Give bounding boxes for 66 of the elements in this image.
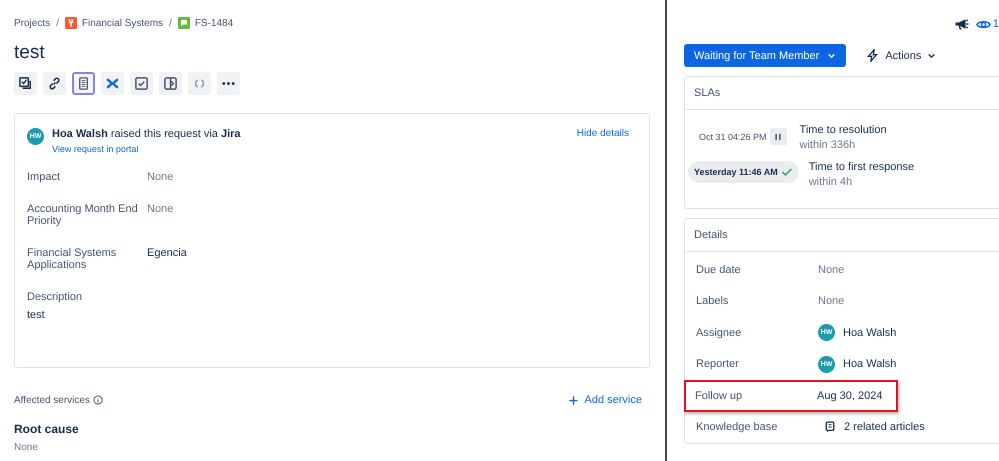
breadcrumb-separator: / bbox=[169, 18, 172, 28]
project-icon bbox=[64, 17, 77, 29]
chevron-down-icon bbox=[827, 51, 836, 60]
add-service-link[interactable]: Add service bbox=[568, 394, 642, 406]
related-articles-link[interactable]: 2 related articles bbox=[824, 421, 999, 434]
field-label: Due date bbox=[696, 264, 742, 276]
info-icon bbox=[92, 395, 103, 405]
sla-goal: within 4h bbox=[808, 176, 854, 188]
watcher-count: 1 bbox=[992, 18, 999, 30]
pause-glyph-icon bbox=[773, 132, 784, 142]
sla-name: Time to resolution bbox=[800, 124, 887, 136]
sla-time: Oct 31 04:26 PM bbox=[699, 132, 767, 142]
panel-heading: SLAs bbox=[685, 77, 999, 110]
field-value: Aug 30, 2024 bbox=[817, 390, 884, 402]
field-value: Egencia bbox=[147, 247, 188, 261]
user-name: Hoa Walsh bbox=[843, 358, 896, 370]
field-label: Accounting Month End Priority bbox=[27, 203, 139, 227]
breadcrumb-link[interactable]: Financial Systems bbox=[82, 18, 164, 28]
field-value: None bbox=[147, 171, 174, 183]
section-heading: Root cause bbox=[14, 422, 80, 436]
field-value: None bbox=[818, 264, 846, 276]
field-value: None bbox=[147, 203, 174, 217]
field-label: Labels bbox=[696, 295, 730, 308]
status-dropdown[interactable]: Waiting for Team Member bbox=[684, 44, 846, 67]
subtask-icon bbox=[18, 76, 33, 91]
breadcrumb-separator: / bbox=[56, 18, 59, 28]
section-label: Affected services bbox=[14, 394, 90, 406]
toolbar-button[interactable] bbox=[217, 72, 240, 95]
sla-goal: within 336h bbox=[800, 139, 856, 151]
chevron-down-icon bbox=[927, 51, 936, 60]
toolbar-button[interactable] bbox=[159, 72, 182, 95]
form-icon bbox=[76, 76, 91, 91]
field-label: Follow up bbox=[695, 390, 744, 402]
sla-time: Yesterday 11:46 AM bbox=[694, 167, 778, 177]
user-name: Hoa Walsh bbox=[843, 326, 896, 339]
field-value: None bbox=[818, 295, 846, 308]
issue-title: test bbox=[14, 42, 46, 64]
panel-heading: Details bbox=[685, 219, 999, 252]
hide-details-link[interactable]: Hide details bbox=[576, 128, 629, 139]
field-label: Financial Systems Applications bbox=[27, 247, 118, 271]
toolbar-button[interactable] bbox=[72, 72, 95, 95]
description-text: test bbox=[27, 309, 46, 321]
document-icon bbox=[824, 421, 836, 434]
request-summary-text: Hoa Walsh raised this request via Jira bbox=[52, 128, 242, 140]
toolbar-button[interactable] bbox=[43, 72, 66, 95]
toolbar-button[interactable] bbox=[14, 72, 37, 95]
breadcrumb-link[interactable]: Projects bbox=[14, 18, 50, 28]
check-icon bbox=[780, 166, 793, 178]
plus-icon bbox=[568, 394, 579, 406]
field-label: Description bbox=[27, 291, 84, 303]
field-value: None bbox=[14, 442, 39, 453]
split-panel-icon bbox=[163, 76, 178, 91]
view-portal-link[interactable]: View request in portal bbox=[52, 144, 138, 154]
link-icon bbox=[47, 76, 62, 91]
field-label: Impact bbox=[27, 171, 62, 183]
toolbar-button[interactable] bbox=[130, 72, 153, 95]
actions-button[interactable]: Actions bbox=[860, 48, 942, 63]
breadcrumb-link[interactable]: FS-1484 bbox=[194, 18, 234, 28]
issue-type-icon bbox=[178, 17, 190, 29]
confluence-icon bbox=[105, 76, 120, 91]
field-label: Knowledge base bbox=[696, 421, 778, 434]
lightning-icon bbox=[866, 49, 880, 62]
sla-name: Time to first response bbox=[808, 161, 914, 173]
field-label: Reporter bbox=[696, 358, 740, 370]
field-label: Assignee bbox=[696, 326, 742, 339]
checkbox-icon bbox=[134, 76, 149, 91]
